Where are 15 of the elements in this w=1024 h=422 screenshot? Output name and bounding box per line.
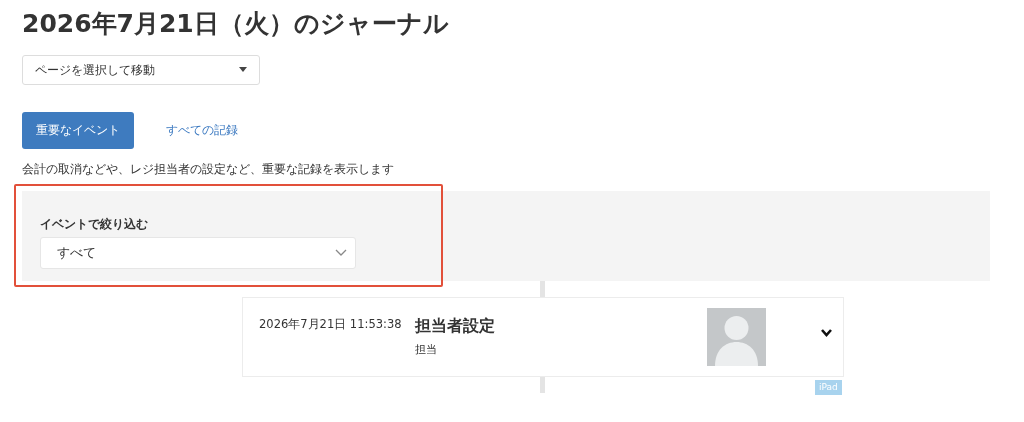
tab-button[interactable]: 重要なイベント: [22, 111, 134, 149]
description-text: 会計の取消などや、レジ担当者の設定など、重要な記録を表示します: [22, 160, 395, 178]
chevron-icon[interactable]: [820, 327, 833, 338]
entry-timestamp: 2026年7月21日 11:53:38: [259, 315, 403, 333]
caret-icon: [239, 67, 247, 72]
entry-subtitle: 担当: [415, 341, 438, 358]
avatar-icon: [707, 307, 766, 366]
page-title: 2026年7月21日（火）のジャーナル: [22, 8, 450, 40]
page-select[interactable]: ページを選択して移動: [22, 54, 260, 85]
device-tag: iPad: [815, 379, 842, 395]
filter-label: イベントで絞り込む: [40, 215, 148, 233]
event-filter-select[interactable]: すべて: [40, 236, 356, 269]
entry-title: 担当者設定: [415, 314, 495, 337]
chevron-down-icon: [335, 249, 347, 256]
tab-link[interactable]: すべての記録: [152, 111, 252, 149]
